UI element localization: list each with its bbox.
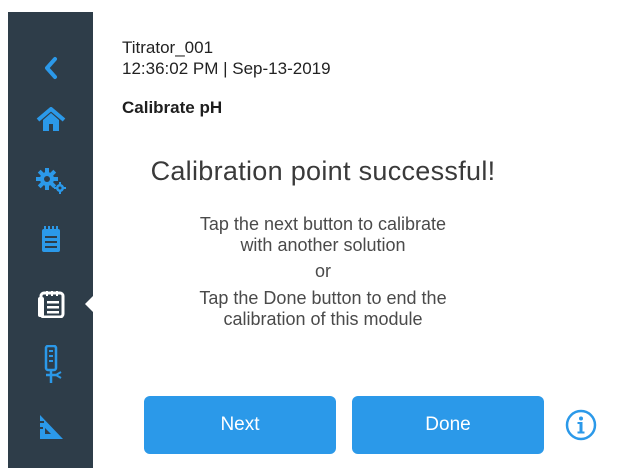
device-name: Titrator_001	[122, 38, 214, 57]
ruler-triangle-icon	[38, 413, 64, 441]
timestamp: 12:36:02 PM | Sep-13-2019	[122, 59, 331, 78]
instruction-line-3: Tap the Done button to end the	[199, 288, 447, 308]
content-area: Titrator_001 12:36:02 PM | Sep-13-2019 C…	[93, 12, 610, 468]
instruction-line-1: Tap the next button to calibrate	[199, 214, 447, 234]
notepad-icon	[40, 225, 62, 253]
list-clipboard-icon	[37, 290, 65, 318]
sidebar-item-settings[interactable]	[8, 155, 93, 207]
back-button[interactable]	[8, 42, 93, 94]
sidebar-item-measure[interactable]	[8, 401, 93, 453]
status-headline: Calibration point successful!	[150, 156, 496, 186]
sidebar-item-calibration[interactable]	[8, 278, 93, 330]
done-button[interactable]: Done	[352, 396, 544, 454]
or-separator: or	[314, 261, 331, 281]
back-arrow-icon	[43, 56, 59, 80]
home-icon	[36, 107, 66, 133]
page-title: Calibrate pH	[122, 98, 223, 117]
instruction-line-4: calibration of this module	[223, 309, 423, 329]
probe-icon	[39, 345, 63, 385]
info-button[interactable]	[565, 409, 597, 441]
screen: Titrator_001 12:36:02 PM | Sep-13-2019 C…	[8, 12, 610, 468]
sidebar	[8, 12, 94, 468]
next-button[interactable]: Next	[144, 396, 336, 454]
sidebar-item-notes[interactable]	[8, 213, 93, 265]
instruction-line-2: with another solution	[240, 235, 406, 255]
gears-icon	[35, 167, 67, 195]
sidebar-item-home[interactable]	[8, 94, 93, 146]
sidebar-item-probe[interactable]	[8, 339, 93, 391]
info-icon	[565, 409, 597, 445]
